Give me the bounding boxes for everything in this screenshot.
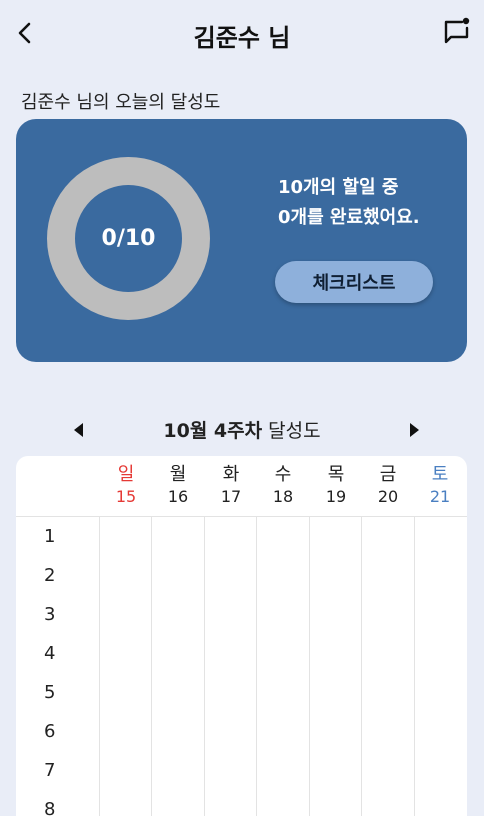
- day-date: 16: [167, 487, 189, 506]
- column-divider: [151, 517, 152, 816]
- achievement-label: 김준수 님의 오늘의 달성도: [21, 92, 221, 113]
- week-navigator: 10월 4주차 달성도: [0, 412, 484, 448]
- row-number: 5: [44, 682, 56, 703]
- page-title: 김준수 님: [193, 24, 291, 52]
- achievement-summary: 10개의 할일 중 0개를 완료했어요.: [278, 173, 420, 233]
- row-number: 1: [44, 526, 56, 547]
- day-name: 수: [274, 464, 292, 485]
- week-title-bold: 10월 4주차: [163, 420, 263, 442]
- day-header-sat: 토 21: [414, 464, 466, 508]
- day-header-mon: 월 16: [152, 464, 204, 508]
- day-name: 월: [169, 464, 187, 485]
- checklist-button[interactable]: 체크리스트: [275, 261, 433, 303]
- row-number: 2: [44, 565, 56, 586]
- row-number: 3: [44, 604, 56, 625]
- day-header-sun: 일 15: [100, 464, 152, 508]
- summary-line-1: 10개의 할일 중: [278, 177, 399, 198]
- column-divider: [361, 517, 362, 816]
- progress-text: 0/10: [101, 226, 156, 251]
- summary-line-2: 0개를 완료했어요.: [278, 207, 420, 228]
- header-divider: [16, 516, 467, 517]
- column-divider: [99, 517, 100, 816]
- weekly-table: 일 15 월 16 화 17 수 18 목 19 금 20 토 21 1 2 3 4 5 6 …: [16, 456, 467, 816]
- day-date: 20: [377, 487, 399, 506]
- next-week-icon[interactable]: [404, 420, 424, 440]
- day-date: 17: [220, 487, 242, 506]
- day-header-thu: 목 19: [310, 464, 362, 508]
- week-title-rest: 달성도: [262, 420, 321, 442]
- day-date: 21: [429, 487, 451, 506]
- column-divider: [204, 517, 205, 816]
- day-name: 화: [222, 464, 240, 485]
- day-date: 19: [325, 487, 347, 506]
- column-divider: [256, 517, 257, 816]
- achievement-card: 0/10 10개의 할일 중 0개를 완료했어요. 체크리스트: [16, 119, 467, 362]
- day-header-fri: 금 20: [362, 464, 414, 508]
- row-number: 4: [44, 643, 56, 664]
- row-number: 6: [44, 721, 56, 742]
- day-name: 금: [379, 464, 397, 485]
- day-name: 일: [117, 464, 135, 485]
- day-header-tue: 화 17: [205, 464, 257, 508]
- chat-notification-icon[interactable]: [442, 16, 472, 46]
- day-header-wed: 수 18: [257, 464, 309, 508]
- day-date: 18: [272, 487, 294, 506]
- row-number: 7: [44, 760, 56, 781]
- day-date: 15: [115, 487, 137, 506]
- column-divider: [309, 517, 310, 816]
- column-divider: [414, 517, 415, 816]
- day-name: 토: [431, 464, 449, 485]
- top-bar: 김준수 님: [0, 0, 484, 68]
- day-name: 목: [327, 464, 345, 485]
